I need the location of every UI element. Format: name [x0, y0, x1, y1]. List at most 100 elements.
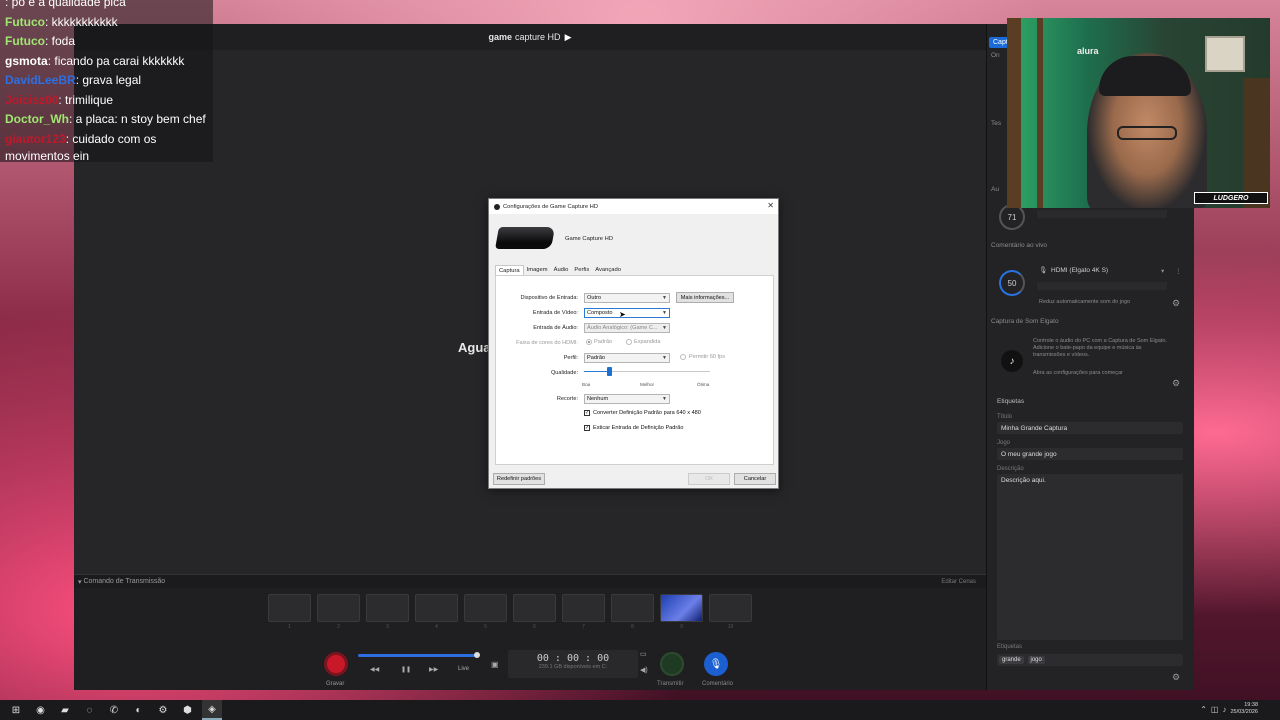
- gear-icon[interactable]: ⚙: [1172, 298, 1180, 309]
- folder-icon[interactable]: ▰: [55, 700, 75, 720]
- video-input-label: Entrada de Vídeo:: [532, 310, 578, 316]
- scene-thumbnail[interactable]: [513, 594, 556, 622]
- app-icon[interactable]: ◌: [80, 700, 100, 720]
- timeline-bar[interactable]: [358, 654, 478, 657]
- scene-thumbnail[interactable]: [415, 594, 458, 622]
- chat-user: Futuco: [5, 34, 45, 48]
- comment-live-title[interactable]: Comentário ao vivo: [991, 242, 1047, 249]
- more-icon[interactable]: ⋮: [1175, 267, 1182, 275]
- hdmi-expanded-radio[interactable]: Expandida: [626, 339, 660, 345]
- more-info-button[interactable]: Mais informações...: [676, 292, 734, 303]
- allow-60fps-checkbox[interactable]: Permitir 60 fps: [680, 354, 725, 360]
- audio-input-label: Entrada de Áudio:: [533, 325, 578, 331]
- bookshelf: [1037, 18, 1043, 208]
- timeline-knob[interactable]: [474, 652, 480, 658]
- cancel-button[interactable]: Cancelar: [734, 473, 776, 485]
- mouse-cursor-icon: ➤: [619, 310, 626, 319]
- tag-chip[interactable]: grande: [999, 656, 1024, 664]
- chat-user: DavidLeeBR: [5, 73, 76, 87]
- clock[interactable]: 19:38 25/03/2026: [1230, 702, 1258, 716]
- app-icon: [494, 203, 500, 210]
- gear-icon[interactable]: ⚙: [1172, 378, 1180, 389]
- clock-date: 25/03/2026: [1230, 709, 1258, 715]
- section-au[interactable]: Au: [991, 186, 999, 193]
- streamer-cap: [1099, 56, 1191, 96]
- hdmi-range-label: Faixa de cores do HDMI:: [516, 340, 578, 346]
- pause-icon[interactable]: ❚❚: [401, 666, 411, 673]
- scene-thumbnail[interactable]: [611, 594, 654, 622]
- app-icon[interactable]: ◐: [129, 700, 149, 720]
- chevron-down-icon: ▼: [662, 295, 667, 301]
- chat-message: Futuco: kkkkkkkkkkk: [5, 13, 208, 33]
- elgato-capture-title[interactable]: Captura de Som Elgato: [991, 318, 1059, 325]
- gear-icon[interactable]: ⚙: [1172, 672, 1180, 683]
- monitor-icon[interactable]: ▭: [640, 650, 647, 658]
- windows-icon[interactable]: ⊞: [6, 700, 26, 720]
- audio-input-select[interactable]: Áudio Analógico: (Game C... ▼: [584, 323, 670, 333]
- settings-icon[interactable]: ⚙: [153, 700, 173, 720]
- profile-select[interactable]: Padrão ▼: [584, 353, 670, 363]
- scene-thumbnail[interactable]: [562, 594, 605, 622]
- section-tes[interactable]: Tes: [991, 120, 1001, 127]
- scene-number: 1: [288, 624, 291, 630]
- elgato-icon[interactable]: ◈: [202, 700, 222, 720]
- network-icon[interactable]: ◫: [1211, 705, 1219, 714]
- scene-thumbnail[interactable]: [464, 594, 507, 622]
- close-icon[interactable]: ✕: [767, 201, 774, 210]
- elgato-settings-link[interactable]: Abra as configurações para começar: [1033, 370, 1123, 376]
- app-icon[interactable]: ⬢: [178, 700, 198, 720]
- tags-field[interactable]: grande jogo: [997, 654, 1183, 666]
- volume-icon[interactable]: ◀): [640, 666, 648, 674]
- edit-scenes-link[interactable]: Editar Cenas: [941, 579, 976, 585]
- hdmi-standard-radio[interactable]: Padrão: [586, 339, 612, 345]
- stretch-sd-checkbox[interactable]: ✓ Esticar Entrada de Definição Padrão: [584, 425, 683, 431]
- command-bar[interactable]: ▾ Comando de Transmissão Editar Cenas: [74, 574, 986, 588]
- crop-select[interactable]: Nenhum ▼: [584, 394, 670, 404]
- comment-knob[interactable]: 50: [999, 270, 1025, 296]
- snapshot-icon[interactable]: ▣: [491, 660, 499, 669]
- title-field[interactable]: Minha Grande Captura: [997, 422, 1183, 434]
- scene-thumbnail[interactable]: [268, 594, 311, 622]
- chevron-down-icon[interactable]: ▾: [1161, 267, 1164, 275]
- play-icon: ▶: [564, 31, 572, 42]
- system-tray: ⌃ ◫ ♪ 19:38 25/03/2026: [1200, 702, 1258, 716]
- audio-input-value: Áudio Analógico: (Game C...: [587, 325, 658, 331]
- profile-value: Padrão: [587, 355, 606, 361]
- chrome-icon[interactable]: ◉: [31, 700, 51, 720]
- chat-user: Futuco: [5, 14, 45, 29]
- chat-user: giautor123: [5, 131, 66, 146]
- video-input-select[interactable]: Composto ▼: [584, 308, 670, 318]
- rewind-icon[interactable]: ◀◀: [370, 666, 379, 673]
- chevron-up-icon[interactable]: ⌃: [1200, 705, 1207, 714]
- scene-thumbnail[interactable]: [709, 594, 752, 622]
- input-device-select[interactable]: Outro ▼: [584, 293, 670, 303]
- scene-number: 8: [631, 624, 634, 630]
- tag-chip[interactable]: jogo: [1027, 656, 1045, 664]
- scene-thumbnail-active[interactable]: [660, 594, 703, 622]
- scene-number: 7: [582, 624, 585, 630]
- scene-thumbnail[interactable]: [317, 594, 360, 622]
- convert-sd-checkbox[interactable]: ✓ Converter Definição Padrão para 640 x 4…: [584, 410, 701, 416]
- quality-slider-thumb[interactable]: [607, 367, 613, 376]
- reduce-game-audio-checkbox[interactable]: Reduz automaticamente som do jogo: [1039, 299, 1130, 305]
- whatsapp-icon[interactable]: ✆: [104, 700, 124, 720]
- ok-button[interactable]: OK: [688, 473, 730, 485]
- live-button[interactable]: Live: [458, 666, 469, 672]
- chevron-down-icon: ▼: [662, 355, 667, 361]
- volume-icon[interactable]: ♪: [1222, 705, 1226, 714]
- record-button[interactable]: [324, 652, 348, 676]
- section-on[interactable]: On: [991, 52, 1000, 59]
- radio-indicator: [586, 339, 592, 345]
- reset-defaults-button[interactable]: Redefinir padrões: [493, 473, 545, 485]
- game-field[interactable]: O meu grande jogo: [997, 448, 1183, 460]
- tags-section-title: Etiquetas: [997, 398, 1025, 405]
- stream-button[interactable]: [660, 652, 684, 676]
- comment-button[interactable]: 🎙: [704, 652, 728, 676]
- crop-value: Nenhum: [587, 396, 609, 402]
- description-field[interactable]: Descrição aqui.: [997, 474, 1183, 640]
- mic-device-select[interactable]: HDMI (Elgato 4K S): [1051, 267, 1108, 274]
- scene-thumbnail[interactable]: [366, 594, 409, 622]
- dialog-titlebar: Configurações de Game Capture HD: [489, 199, 778, 214]
- brand-text: alura: [1077, 46, 1099, 56]
- fast-forward-icon[interactable]: ▶▶: [429, 666, 438, 673]
